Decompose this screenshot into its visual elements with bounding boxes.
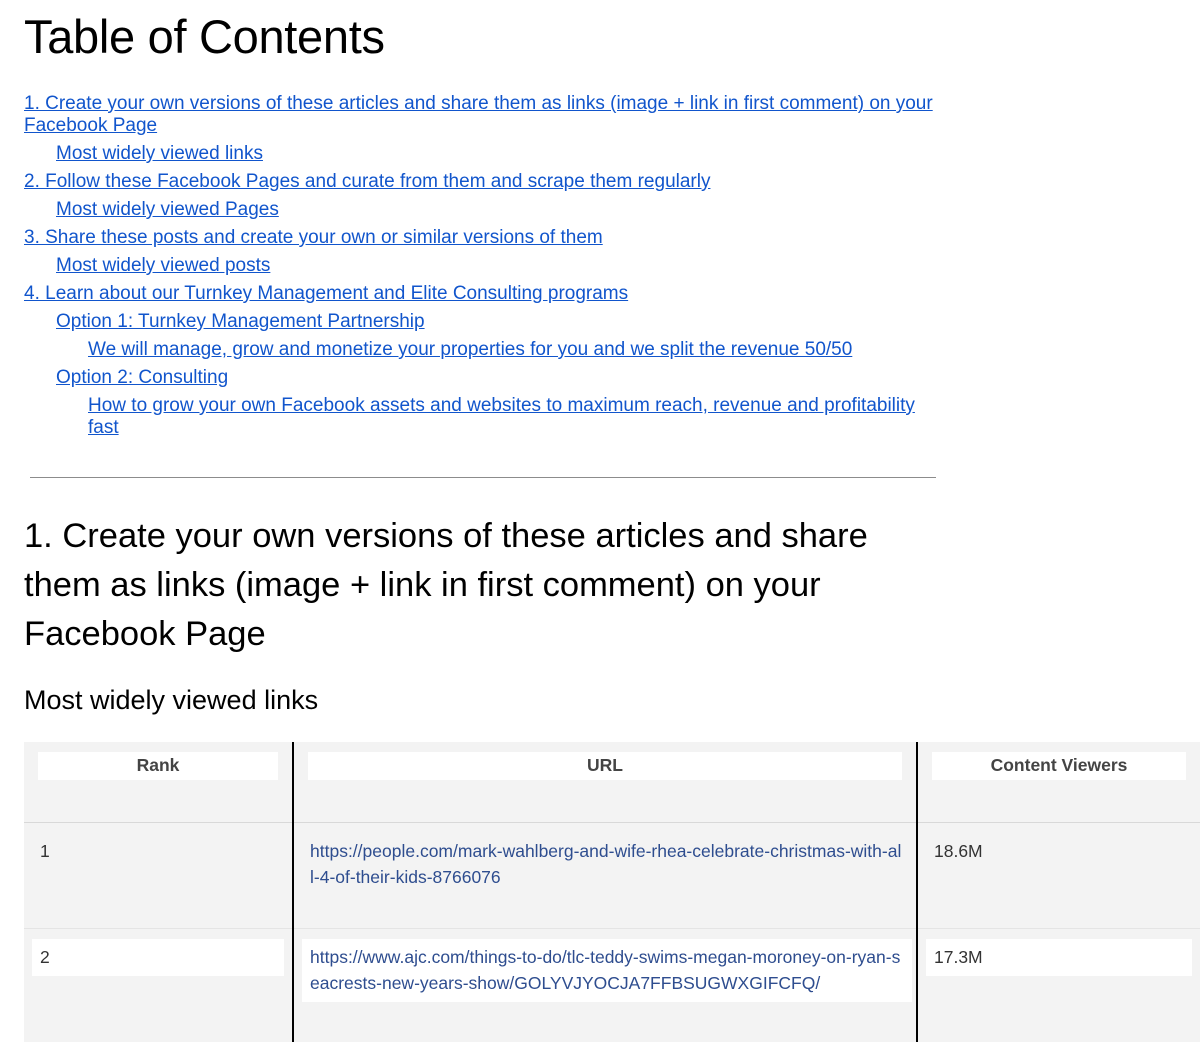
url-cell-content: https://www.ajc.com/things-to-do/tlc-ted…	[302, 939, 912, 1002]
most-viewed-links-table: Rank URL Content Viewers 1	[24, 742, 1200, 1042]
toc-link-managed-revenue-split[interactable]: We will manage, grow and monetize your p…	[88, 339, 852, 367]
table-header-row: Rank URL Content Viewers	[24, 742, 1200, 823]
toc-item: 1. Create your own versions of these art…	[24, 93, 944, 143]
toc-link-option-2[interactable]: Option 2: Consulting	[56, 367, 228, 395]
toc-link-section-2[interactable]: 2. Follow these Facebook Pages and curat…	[24, 171, 710, 199]
url-header-cell: URL	[293, 742, 917, 823]
toc-link-section-1[interactable]: 1. Create your own versions of these art…	[24, 93, 944, 143]
table-row: 1 https://people.com/mark-wahlberg-and-w…	[24, 823, 1200, 929]
toc-item: Option 2: Consulting	[24, 367, 944, 395]
toc-link-most-viewed-pages[interactable]: Most widely viewed Pages	[56, 199, 279, 227]
toc-link-most-viewed-posts[interactable]: Most widely viewed posts	[56, 255, 270, 283]
rank-cell: 2	[24, 929, 293, 1042]
horizontal-divider	[30, 477, 936, 478]
section-1-heading: 1. Create your own versions of these art…	[24, 512, 914, 659]
viewers-cell: 17.3M	[917, 929, 1200, 1042]
toc-item: How to grow your own Facebook assets and…	[24, 395, 944, 445]
toc-item: Most widely viewed links	[24, 143, 944, 171]
section-1-subheading: Most widely viewed links	[24, 683, 318, 717]
rank-value: 2	[32, 939, 284, 976]
viewers-header-cell: Content Viewers	[917, 742, 1200, 823]
table-row: 2 https://www.ajc.com/things-to-do/tlc-t…	[24, 929, 1200, 1042]
toc-item: Most widely viewed Pages	[24, 199, 944, 227]
viewers-cell: 18.6M	[917, 823, 1200, 929]
toc-item: 3. Share these posts and create your own…	[24, 227, 944, 255]
toc-link-section-3[interactable]: 3. Share these posts and create your own…	[24, 227, 603, 255]
toc-link-most-viewed-links[interactable]: Most widely viewed links	[56, 143, 263, 171]
toc-link-section-4[interactable]: 4. Learn about our Turnkey Management an…	[24, 283, 628, 311]
toc-link-option-1[interactable]: Option 1: Turnkey Management Partnership	[56, 311, 425, 339]
viewers-value: 17.3M	[926, 939, 1192, 976]
toc-item: Most widely viewed posts	[24, 255, 944, 283]
rank-value: 1	[32, 833, 284, 870]
viewers-value: 18.6M	[926, 833, 1192, 870]
url-link[interactable]: https://people.com/mark-wahlberg-and-wif…	[310, 841, 901, 887]
table-of-contents: 1. Create your own versions of these art…	[24, 93, 944, 445]
links-table-container: Rank URL Content Viewers 1	[24, 742, 1200, 1040]
viewers-header: Content Viewers	[932, 752, 1186, 780]
toc-item: 2. Follow these Facebook Pages and curat…	[24, 171, 944, 199]
url-link[interactable]: https://www.ajc.com/things-to-do/tlc-ted…	[310, 947, 900, 993]
rank-cell: 1	[24, 823, 293, 929]
rank-header: Rank	[38, 752, 278, 780]
url-cell-content: https://people.com/mark-wahlberg-and-wif…	[302, 833, 912, 896]
toc-item: We will manage, grow and monetize your p…	[24, 339, 944, 367]
toc-link-grow-facebook-assets[interactable]: How to grow your own Facebook assets and…	[88, 395, 944, 445]
rank-header-cell: Rank	[24, 742, 293, 823]
url-header: URL	[308, 752, 902, 780]
url-cell: https://www.ajc.com/things-to-do/tlc-ted…	[293, 929, 917, 1042]
url-cell: https://people.com/mark-wahlberg-and-wif…	[293, 823, 917, 929]
toc-item: 4. Learn about our Turnkey Management an…	[24, 283, 944, 311]
toc-item: Option 1: Turnkey Management Partnership	[24, 311, 944, 339]
toc-title: Table of Contents	[24, 10, 385, 64]
